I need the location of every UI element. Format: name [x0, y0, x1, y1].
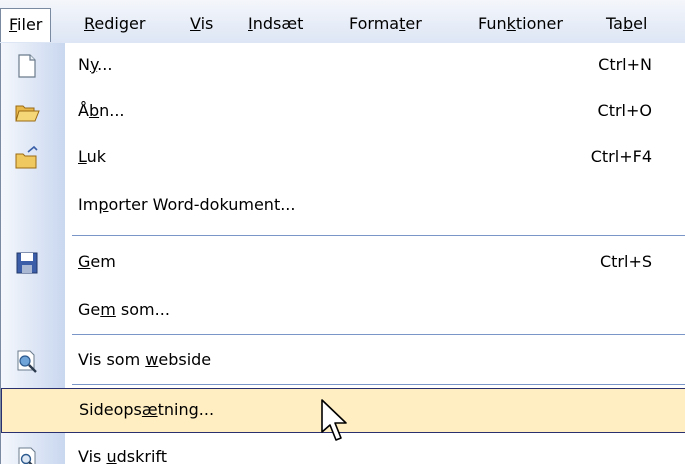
menu-bar: Filer Rediger Vis Indsæt Formater Funkti…	[0, 0, 685, 44]
shortcut-label: Ctrl+F4	[590, 147, 652, 166]
menu-vis[interactable]: Vis	[182, 8, 221, 42]
close-folder-icon	[15, 145, 38, 169]
menu-item-new[interactable]: Ny... Ctrl+N	[1, 43, 685, 89]
shortcut-label: Ctrl+N	[598, 55, 652, 74]
shortcut-label: Ctrl+O	[597, 101, 652, 120]
open-folder-icon	[15, 105, 40, 122]
menu-rediger[interactable]: Rediger	[76, 8, 153, 42]
menu-separator	[72, 334, 685, 335]
menu-item-close[interactable]: Luk Ctrl+F4	[1, 135, 685, 181]
shortcut-label: Ctrl+S	[599, 252, 652, 271]
web-preview-icon	[17, 350, 37, 373]
new-document-icon	[18, 54, 36, 78]
menu-item-open[interactable]: Åbn... Ctrl+O	[1, 89, 685, 135]
print-preview-icon	[18, 447, 36, 464]
menu-item-web-preview[interactable]: Vis som webside	[1, 338, 685, 384]
menu-indsaet[interactable]: Indsæt	[240, 8, 311, 42]
mouse-pointer-icon	[321, 399, 347, 441]
menu-separator	[72, 235, 685, 236]
menu-formater[interactable]: Formater	[341, 8, 430, 42]
menu-item-save-as[interactable]: Gem som...	[1, 288, 685, 334]
menu-item-import-word[interactable]: Importer Word-dokument...	[1, 183, 685, 229]
menu-tabel[interactable]: Tabel	[598, 8, 655, 42]
menu-filer[interactable]: Filer	[0, 8, 52, 42]
menu-item-save[interactable]: Gem Ctrl+S	[1, 240, 685, 286]
menu-separator	[72, 384, 685, 385]
save-disk-icon	[16, 252, 38, 274]
menu-funktioner[interactable]: Funktioner	[470, 8, 571, 42]
